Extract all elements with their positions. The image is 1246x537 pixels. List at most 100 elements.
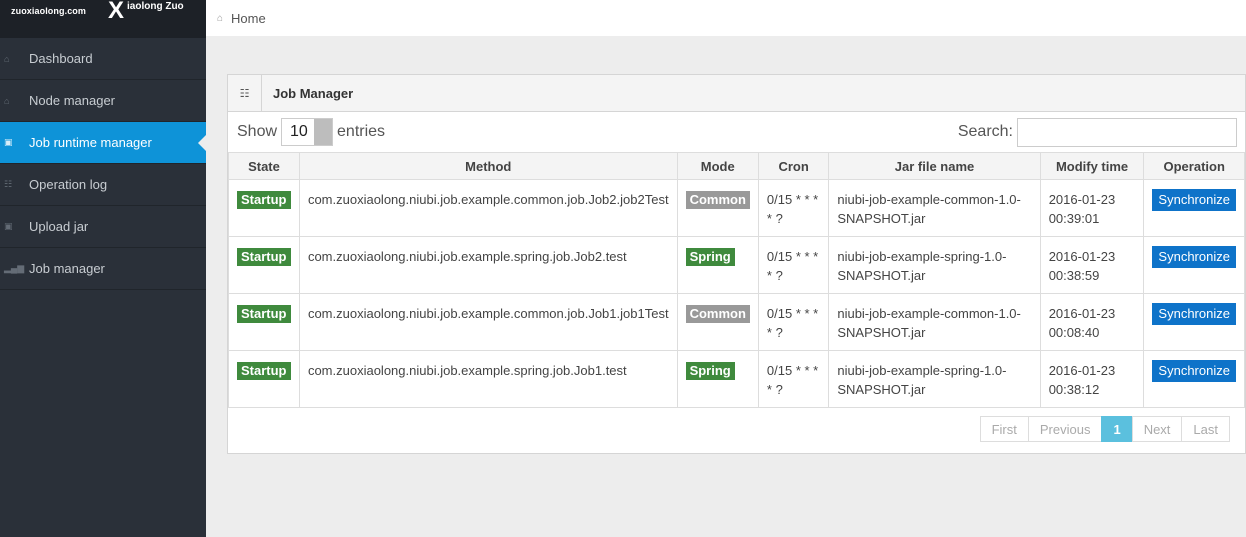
breadcrumb: ⌂ Home <box>206 0 1246 36</box>
time-cell: 2016-01-23 00:38:59 <box>1039 236 1145 294</box>
panel-title: Job Manager <box>273 85 354 101</box>
grid-icon: ☷ <box>4 179 13 189</box>
method-cell: com.zuoxiaolong.niubi.job.example.spring… <box>298 350 678 408</box>
synchronize-button[interactable]: Synchronize <box>1152 189 1236 211</box>
table-body: Startup com.zuoxiaolong.niubi.job.example… <box>228 179 1245 408</box>
sidebar: zuoxiaolong.com X iaolong Zuo ⌂ Dashboard… <box>0 0 206 537</box>
sidebar-item-upload-jar[interactable]: ▣ Upload jar <box>0 206 206 248</box>
sidebar-item-operation-log[interactable]: ☷ Operation log <box>0 164 206 206</box>
state-badge: Startup <box>237 248 291 266</box>
column-header-cron[interactable]: Cron <box>757 152 830 180</box>
mode-badge: Spring <box>685 362 735 380</box>
search-input[interactable] <box>1017 117 1237 147</box>
synchronize-button[interactable]: Synchronize <box>1152 360 1236 382</box>
column-header-modify-time[interactable]: Modify time <box>1039 152 1145 180</box>
sidebar-nav: ⌂ Dashboard ⌂ Node manager ▣ Job runtime mana… <box>0 38 206 290</box>
state-badge: Startup <box>237 191 291 209</box>
pagination: First Previous 1 Next Last <box>979 416 1230 442</box>
mode-cell: Spring <box>676 236 759 294</box>
home-icon: ⌂ <box>4 95 10 106</box>
time-cell: 2016-01-23 00:39:01 <box>1039 179 1145 237</box>
table-row: Startup com.zuoxiaolong.niubi.job.example… <box>228 293 1245 351</box>
cron-cell: 0/15 * * * * ? <box>757 293 830 351</box>
sidebar-item-job-runtime-manager[interactable]: ▣ Job runtime manager <box>0 122 206 164</box>
brand-header: zuoxiaolong.com X iaolong Zuo <box>0 0 206 38</box>
sidebar-item-node-manager[interactable]: ⌂ Node manager <box>0 80 206 122</box>
search-label: Search: <box>957 123 1013 140</box>
jobs-table: State Method Mode Cron Jar file name Modify t… <box>228 152 1245 408</box>
page-next-button[interactable]: Next <box>1131 416 1183 442</box>
column-header-state[interactable]: State <box>228 152 300 180</box>
method-cell: com.zuoxiaolong.niubi.job.example.spring… <box>298 236 678 294</box>
panel-header: ☷ Job Manager <box>228 75 1245 112</box>
entries-select-value: 10 <box>290 123 308 140</box>
mode-cell: Common <box>676 293 759 351</box>
cron-cell: 0/15 * * * * ? <box>757 179 830 237</box>
page-previous-button[interactable]: Previous <box>1027 416 1103 442</box>
column-header-operation[interactable]: Operation <box>1143 152 1245 180</box>
page-first-button[interactable]: First <box>979 416 1029 442</box>
operation-cell: Synchronize <box>1143 350 1245 408</box>
state-badge: Startup <box>237 305 291 323</box>
synchronize-button[interactable]: Synchronize <box>1152 303 1236 325</box>
synchronize-button[interactable]: Synchronize <box>1152 246 1236 268</box>
signal-icon: ▂▄▆ <box>4 263 25 273</box>
mode-cell: Spring <box>676 350 759 408</box>
table-row: Startup com.zuoxiaolong.niubi.job.example… <box>228 236 1245 294</box>
sidebar-item-job-manager[interactable]: ▂▄▆ Job manager <box>0 248 206 290</box>
method-cell: com.zuoxiaolong.niubi.job.example.common… <box>298 293 678 351</box>
sidebar-item-label: Operation log <box>29 177 108 192</box>
page-last-button[interactable]: Last <box>1181 416 1230 442</box>
operation-cell: Synchronize <box>1143 293 1245 351</box>
jar-cell: niubi-job-example-spring-1.0-SNAPSHOT.ja… <box>828 236 1041 294</box>
sidebar-item-label: Upload jar <box>29 219 89 234</box>
cron-cell: 0/15 * * * * ? <box>757 236 830 294</box>
logo-x: X <box>108 0 125 24</box>
time-cell: 2016-01-23 00:38:12 <box>1039 350 1145 408</box>
sidebar-item-label: Node manager <box>29 93 115 108</box>
table-controls: Show 10 entries Search: <box>228 112 1245 152</box>
page-current-button[interactable]: 1 <box>1101 416 1133 442</box>
column-header-method[interactable]: Method <box>298 152 678 180</box>
sidebar-item-label: Job manager <box>29 261 105 276</box>
site-name: zuoxiaolong.com <box>11 6 87 16</box>
job-manager-panel: ☷ Job Manager Show 10 entries Search: St… <box>227 74 1246 454</box>
method-cell: com.zuoxiaolong.niubi.job.example.common… <box>298 179 678 237</box>
state-cell: Startup <box>228 293 300 351</box>
select-arrow-icon <box>314 119 333 145</box>
jar-cell: niubi-job-example-common-1.0-SNAPSHOT.ja… <box>828 293 1041 351</box>
mode-badge: Spring <box>685 248 735 266</box>
jar-cell: niubi-job-example-common-1.0-SNAPSHOT.ja… <box>828 179 1041 237</box>
inbox-icon: ▣ <box>4 221 13 231</box>
time-cell: 2016-01-23 00:08:40 <box>1039 293 1145 351</box>
breadcrumb-home[interactable]: Home <box>231 11 266 26</box>
mode-cell: Common <box>676 179 759 237</box>
operation-cell: Synchronize <box>1143 179 1245 237</box>
home-icon: ⌂ <box>217 12 224 24</box>
search-control: Search: <box>957 117 1237 147</box>
show-label: Show <box>237 123 278 140</box>
inbox-icon: ▣ <box>4 137 13 147</box>
table-row: Startup com.zuoxiaolong.niubi.job.example… <box>228 350 1245 408</box>
mode-badge: Common <box>685 305 750 323</box>
column-header-jar-file-name[interactable]: Jar file name <box>828 152 1041 180</box>
table-row: Startup com.zuoxiaolong.niubi.job.example… <box>228 179 1245 237</box>
operation-cell: Synchronize <box>1143 236 1245 294</box>
sidebar-item-label: Dashboard <box>29 51 93 66</box>
state-badge: Startup <box>237 362 291 380</box>
sidebar-item-dashboard[interactable]: ⌂ Dashboard <box>0 38 206 80</box>
jar-cell: niubi-job-example-spring-1.0-SNAPSHOT.ja… <box>828 350 1041 408</box>
state-cell: Startup <box>228 236 300 294</box>
home-icon: ⌂ <box>4 53 10 64</box>
length-control: Show 10 entries <box>237 118 385 146</box>
sidebar-item-label: Job runtime manager <box>29 135 152 150</box>
entries-label: entries <box>337 123 386 140</box>
entries-select[interactable]: 10 <box>281 118 334 146</box>
cron-cell: 0/15 * * * * ? <box>757 350 830 408</box>
state-cell: Startup <box>228 350 300 408</box>
logo-name: iaolong Zuo <box>127 1 184 12</box>
column-header-mode[interactable]: Mode <box>676 152 759 180</box>
table-header-row: State Method Mode Cron Jar file name Modify t… <box>228 152 1245 180</box>
grid-icon: ☷ <box>228 75 262 111</box>
state-cell: Startup <box>228 179 300 237</box>
